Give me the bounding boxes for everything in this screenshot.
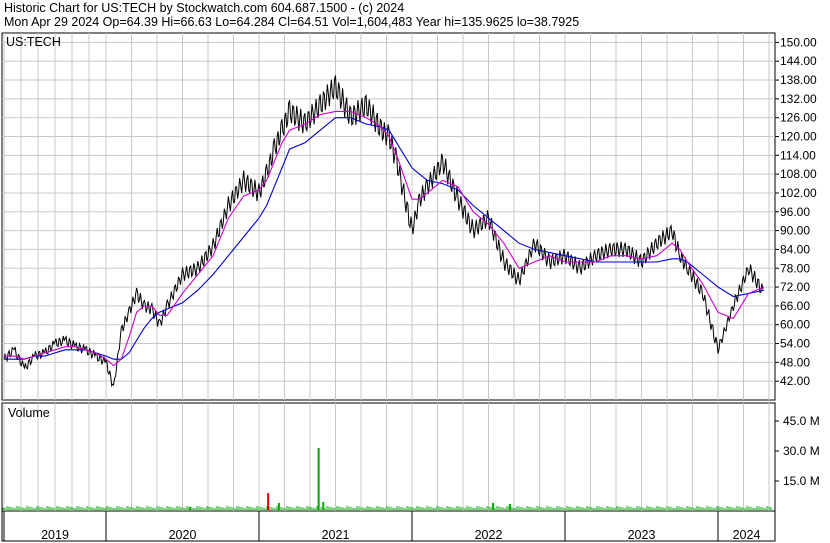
price-panel-frame <box>1 32 776 401</box>
price-tick-label: 90.00 <box>780 224 810 238</box>
price-tick-label: 114.00 <box>780 148 816 162</box>
price-tick-label: 108.00 <box>780 167 817 181</box>
price-tick-label: 96.00 <box>780 205 810 219</box>
price-tick-label: 126.00 <box>780 111 817 125</box>
stock-chart: 150.00 144.00 138.00 132.00 126.00 120.00 114.… <box>1 32 820 542</box>
price-tick-label: 144.00 <box>780 54 817 68</box>
price-tick-label: 48.00 <box>780 355 810 369</box>
volume-tick-label: 45.0 M <box>783 414 820 428</box>
price-tick-label: 102.00 <box>780 186 817 200</box>
price-tick-label: 132.00 <box>780 92 817 106</box>
price-tick-label: 150.00 <box>780 35 817 49</box>
x-tick-label: 2019 <box>41 528 69 542</box>
price-tick-label: 78.00 <box>780 261 810 275</box>
price-tick-label: 42.00 <box>780 374 810 388</box>
x-tick-label: 2024 <box>733 528 761 542</box>
x-tick-label: 2023 <box>628 528 656 542</box>
price-tick-label: 72.00 <box>780 280 810 294</box>
price-tick-label: 60.00 <box>780 318 810 332</box>
volume-panel-frame <box>1 402 776 512</box>
x-tick-label: 2022 <box>475 528 503 542</box>
volume-label: Volume <box>8 406 50 420</box>
chart-stage: Historic Chart for US:TECH by Stockwatch… <box>0 0 830 543</box>
price-tick-label: 66.00 <box>780 299 810 313</box>
x-axis-frame <box>1 510 776 542</box>
volume-tick-label: 15.0 M <box>783 474 820 488</box>
price-tick-label: 54.00 <box>780 337 810 351</box>
symbol-label: US:TECH <box>6 35 61 49</box>
price-tick-label: 138.00 <box>780 73 817 87</box>
price-tick-label: 84.00 <box>780 242 810 256</box>
volume-tick-label: 30.0 M <box>783 444 820 458</box>
x-tick-label: 2021 <box>322 528 350 542</box>
x-tick-label: 2020 <box>169 528 197 542</box>
price-tick-label: 120.00 <box>780 130 817 144</box>
